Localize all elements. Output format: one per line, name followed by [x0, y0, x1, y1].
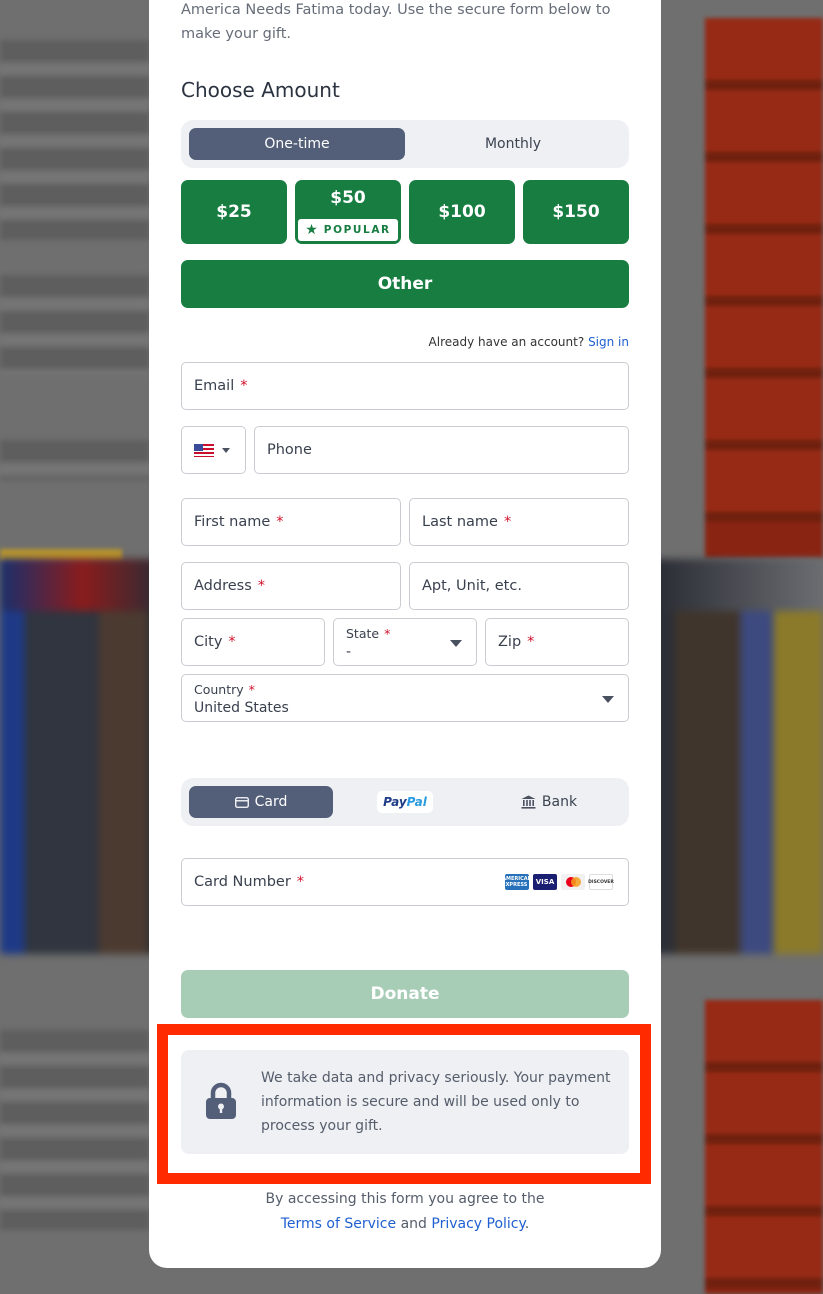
chevron-down-icon [222, 447, 230, 453]
required-mark: * [276, 514, 284, 530]
apt-label: Apt, Unit, etc. [422, 578, 522, 594]
us-flag-icon [194, 443, 214, 457]
monthly-tab[interactable]: Monthly [405, 128, 621, 160]
amount-100-button[interactable]: $100 [409, 180, 515, 244]
legal-notice: By accessing this form you agree to the … [181, 1187, 629, 1237]
last-name-label: Last name [422, 514, 498, 530]
legal-period: . [524, 1216, 530, 1232]
donate-button[interactable]: Donate [181, 970, 629, 1018]
payment-method-toggle: Card PayPal Bank [181, 778, 629, 826]
privacy-policy-link[interactable]: Privacy Policy [431, 1216, 524, 1232]
account-prompt-text: Already have an account? [428, 335, 585, 349]
required-mark: * [296, 874, 305, 890]
paypal-logo: PayPal [377, 791, 433, 813]
backdrop-sidebar [705, 1000, 823, 1294]
paypal-logo-part: Pay [383, 795, 407, 809]
first-name-label: First name [194, 514, 271, 530]
first-name-field[interactable]: First name * [181, 498, 401, 546]
country-label-text: Country [194, 682, 244, 697]
apt-field[interactable]: Apt, Unit, etc. [409, 562, 629, 610]
backdrop-text-block [0, 40, 150, 240]
sign-in-link[interactable]: Sign in [588, 335, 629, 349]
amount-150-button[interactable]: $150 [523, 180, 629, 244]
email-label: Email [194, 378, 235, 394]
city-label: City [194, 634, 223, 650]
state-value: - [346, 644, 352, 660]
legal-and: and [400, 1216, 427, 1232]
backdrop-text-block [0, 440, 150, 480]
required-mark: * [384, 626, 391, 641]
amex-icon: AMERICAN EXPRESS [502, 874, 532, 890]
mastercard-icon [561, 874, 585, 890]
required-mark: * [240, 378, 248, 394]
state-label-text: State [346, 626, 380, 641]
required-mark: * [228, 634, 236, 650]
zip-field[interactable]: Zip * [485, 618, 629, 666]
city-field[interactable]: City * [181, 618, 325, 666]
bank-icon [521, 795, 536, 809]
bank-tab[interactable]: Bank [477, 786, 621, 818]
one-time-tab[interactable]: One-time [189, 128, 405, 160]
state-select[interactable]: State * - [333, 618, 477, 666]
phone-field[interactable]: Phone [254, 426, 629, 474]
state-label: State * [346, 626, 390, 641]
country-code-select[interactable] [181, 426, 246, 474]
card-brand-icons: AMERICAN EXPRESS VISA DISCOVER [502, 874, 614, 890]
chevron-down-icon [602, 696, 614, 703]
intro-line: make your gift. [181, 26, 292, 42]
backdrop-text-block [0, 275, 150, 375]
choose-amount-heading: Choose Amount [181, 78, 340, 102]
card-number-field[interactable]: Card Number * AMERICAN EXPRESS VISA DISCO… [181, 858, 629, 906]
credit-card-icon [234, 796, 249, 808]
legal-links: Terms of Service and Privacy Policy. [181, 1212, 629, 1237]
amount-50-button[interactable]: $50 ★ POPULAR [295, 180, 401, 244]
account-prompt: Already have an account? Sign in [429, 335, 629, 349]
legal-prefix: By accessing this form you agree to the [265, 1191, 545, 1207]
visa-icon: VISA [533, 874, 557, 890]
other-amount-button[interactable]: Other [181, 260, 629, 308]
popular-label: POPULAR [323, 224, 391, 236]
privacy-highlight-box [157, 1024, 651, 1184]
chevron-down-icon [450, 640, 462, 647]
card-tab[interactable]: Card [189, 786, 333, 818]
discover-icon: DISCOVER [588, 874, 614, 890]
required-mark: * [257, 578, 265, 594]
star-icon: ★ [305, 222, 318, 238]
paypal-tab[interactable]: PayPal [333, 786, 477, 818]
popular-badge: ★ POPULAR [298, 219, 398, 241]
last-name-field[interactable]: Last name * [409, 498, 629, 546]
bank-tab-label: Bank [541, 794, 578, 810]
frequency-toggle: One-time Monthly [181, 120, 629, 168]
amount-50-value: $50 [330, 188, 366, 208]
required-mark: * [527, 634, 535, 650]
intro-line: America Needs Fatima today. Use the secu… [181, 2, 611, 18]
address-label: Address [194, 578, 252, 594]
backdrop-sidebar [705, 18, 823, 558]
required-mark: * [248, 682, 255, 697]
intro-text: America Needs Fatima today. Use the secu… [181, 0, 621, 46]
paypal-logo-part: Pal [406, 795, 427, 809]
country-select[interactable]: Country * United States [181, 674, 629, 722]
zip-label: Zip [498, 634, 522, 650]
amount-25-button[interactable]: $25 [181, 180, 287, 244]
country-value: United States [194, 700, 289, 716]
card-number-label: Card Number [194, 874, 291, 890]
address-field[interactable]: Address * [181, 562, 401, 610]
email-field[interactable]: Email * [181, 362, 629, 410]
phone-label: Phone [267, 442, 312, 458]
required-mark: * [503, 514, 512, 530]
card-tab-label: Card [254, 794, 288, 810]
terms-of-service-link[interactable]: Terms of Service [281, 1216, 396, 1232]
backdrop-text-block [0, 1030, 150, 1230]
country-label: Country * [194, 682, 255, 697]
